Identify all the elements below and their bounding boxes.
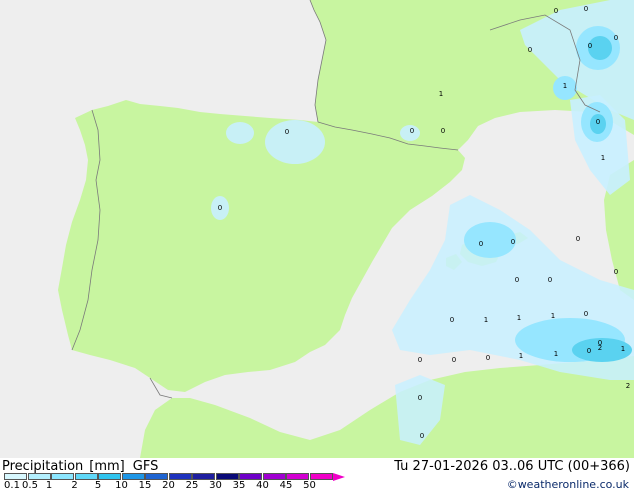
scale-tick-label: 1 [45, 480, 53, 491]
value-label: 0 [614, 34, 618, 42]
value-label: 0 [441, 127, 445, 135]
scale-swatch [239, 473, 262, 480]
value-label: 0 [528, 46, 532, 54]
value-label: 0 [587, 347, 591, 355]
scale-swatch [215, 473, 239, 480]
scale-tick-label: 0.1 [4, 480, 20, 491]
value-label: 0 [596, 118, 600, 126]
scale-swatch [286, 473, 309, 480]
scale-arrow [333, 473, 345, 481]
value-label: 1 [517, 314, 521, 322]
value-label: 0 [450, 316, 454, 324]
scale-tick-label: 2 [71, 480, 78, 491]
value-label: 0 [418, 356, 422, 364]
value-label: 1 [554, 350, 558, 358]
scale-tick-label: 35 [232, 480, 246, 491]
map-title: Precipitation [mm] GFS [2, 459, 158, 474]
value-label: 0 [420, 432, 424, 440]
scale-tick-label: 20 [162, 480, 175, 491]
value-label: 0 [418, 394, 422, 402]
value-label: 0 [410, 127, 414, 135]
scale-tick-label: 0.5 [22, 480, 38, 491]
scale-tick-label: 15 [138, 480, 152, 491]
value-label: 0 [486, 354, 490, 362]
scale-tick-label: 10 [115, 480, 128, 491]
value-label: 0 [548, 276, 552, 284]
scale-swatch [121, 473, 145, 480]
value-label: 0 [588, 42, 592, 50]
value-label: 1 [439, 90, 443, 98]
model-label: GFS [132, 459, 159, 474]
value-label: 0 [576, 235, 580, 243]
value-label: 1 [519, 352, 523, 360]
color-scale [4, 473, 345, 481]
value-label: 2 [626, 382, 630, 390]
value-label: 1 [551, 312, 555, 320]
scale-swatch [309, 473, 333, 480]
scale-swatch [262, 473, 286, 480]
credit-link[interactable]: ©weatheronline.co.uk [507, 478, 629, 491]
value-label: 0 [584, 5, 588, 13]
unit-label: [mm] [89, 459, 125, 474]
value-label: 1 [484, 316, 488, 324]
scale-swatch [192, 473, 215, 480]
scale-tick-label: 5 [94, 480, 102, 491]
value-label: 0 [515, 276, 519, 284]
valid-time: Tu 27-01-2026 03..06 UTC (00+366) [394, 459, 630, 474]
value-label: 0 [218, 204, 222, 212]
scale-tick-label: 25 [185, 480, 199, 491]
value-label: 0 [554, 7, 558, 15]
value-label: 0 [285, 128, 289, 136]
scale-tick-label: 30 [209, 480, 222, 491]
value-label: 0 [452, 356, 456, 364]
map-footer: Precipitation [mm] GFS Tu 27-01-2026 03..0… [0, 458, 634, 491]
scale-swatch [168, 473, 192, 480]
value-label: 0 [511, 238, 515, 246]
product-label: Precipitation [2, 459, 84, 474]
scale-swatch [51, 473, 74, 480]
value-label: 1 [601, 154, 605, 162]
value-label: 1 [563, 82, 567, 90]
value-label: 0 [614, 268, 618, 276]
value-label: 0 [584, 310, 588, 318]
scale-tick-label: 45 [279, 480, 293, 491]
scale-tick-label: 50 [303, 480, 316, 491]
value-label: 0 [479, 240, 483, 248]
scale-swatch [145, 473, 168, 480]
scale-swatch [4, 473, 27, 480]
precipitation-map: 000000111000000001001001100001122000 [0, 0, 634, 458]
scale-tick-label: 40 [256, 480, 269, 491]
scale-swatch [27, 473, 51, 480]
value-label: 0 [598, 339, 602, 347]
scale-swatch [98, 473, 121, 480]
value-label: 1 [621, 345, 625, 353]
scale-swatch [74, 473, 98, 480]
